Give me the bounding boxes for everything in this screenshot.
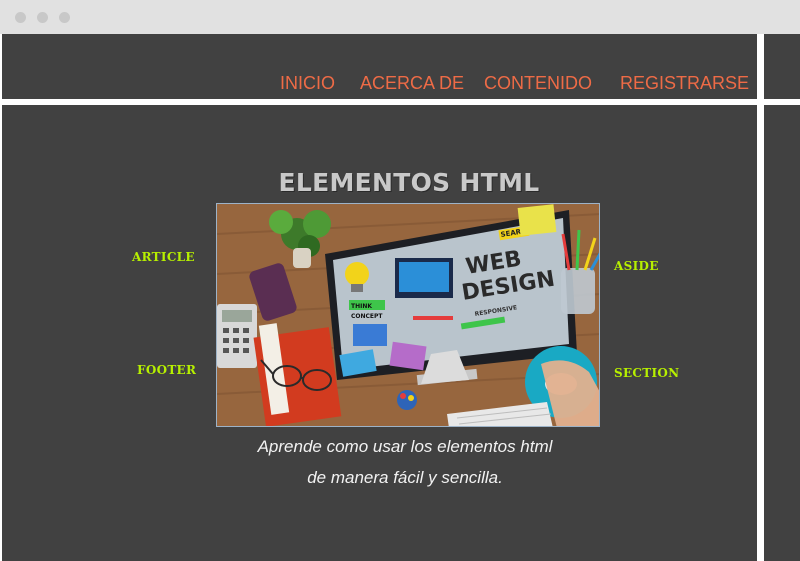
browser-title-bar — [0, 0, 800, 34]
left-border-line — [0, 493, 2, 561]
screen-concept-text: CONCEPT — [351, 313, 383, 320]
tag-footer[interactable]: FOOTER — [137, 363, 196, 377]
window-dot-icon — [37, 12, 48, 23]
tag-aside[interactable]: ASIDE — [614, 259, 659, 273]
nav-link-inicio[interactable]: INICIO — [280, 73, 335, 94]
calculator-icon — [217, 304, 257, 368]
left-border-line — [0, 34, 2, 60]
web-design-desk-illustration: WEB DESIGN SEARCH THINK CONCEPT RESPONSI… — [217, 204, 599, 426]
tag-article[interactable]: ARTICLE — [132, 250, 195, 264]
window-dot-icon — [59, 12, 70, 23]
window-dot-icon — [15, 12, 26, 23]
sticky-note-icon — [389, 341, 427, 371]
lightbulb-icon — [345, 262, 369, 286]
right-side-panel — [764, 105, 800, 561]
page-title: ELEMENTOS HTML — [278, 168, 540, 197]
notebook-icon — [253, 323, 342, 426]
tag-section[interactable]: SECTION — [614, 366, 679, 380]
header-right-panel — [764, 34, 800, 99]
clip-cup-icon — [397, 390, 417, 410]
nav-link-registrarse[interactable]: REGISTRARSE — [620, 73, 749, 94]
sticky-note-icon — [517, 204, 557, 236]
hero-image: WEB DESIGN SEARCH THINK CONCEPT RESPONSI… — [216, 203, 600, 427]
nav-link-contenido[interactable]: CONTENIDO — [484, 73, 592, 94]
hero-caption-line-2: de manera fácil y sencilla. — [307, 468, 503, 487]
screen-think-text: THINK — [351, 303, 372, 310]
hero-caption-line-1: Aprende como usar los elementos html — [257, 437, 553, 456]
nav-link-acerca-de[interactable]: ACERCA DE — [360, 73, 464, 94]
